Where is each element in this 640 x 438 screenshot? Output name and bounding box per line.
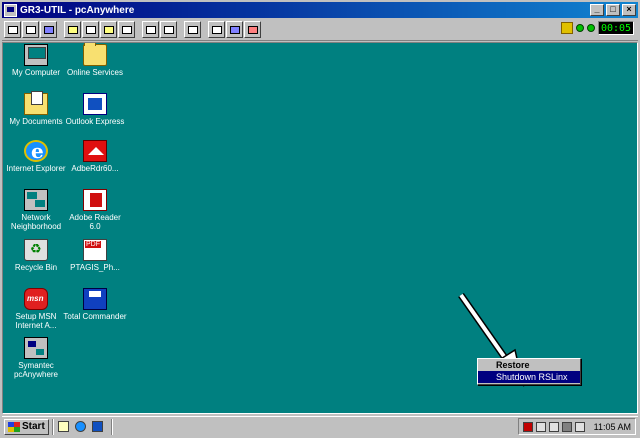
system-tray: 11:05 AM xyxy=(517,418,636,435)
pcanywhere-window: GR3-UTIL - pcAnywhere _ □ × 00:05 My Com… xyxy=(0,0,640,438)
start-label: Start xyxy=(22,421,45,432)
pcanywhere-app-icon[interactable] xyxy=(4,3,17,17)
document-icon xyxy=(25,25,36,34)
taskbar-clock[interactable]: 11:05 AM xyxy=(594,422,631,432)
document-icon xyxy=(7,25,18,34)
windows-logo-icon xyxy=(8,421,20,432)
refresh-icon xyxy=(187,25,198,34)
start-button[interactable]: Start xyxy=(4,418,49,435)
speaker-icon[interactable] xyxy=(574,421,585,432)
toolbar-button-6[interactable] xyxy=(100,21,117,38)
minimize-button[interactable]: _ xyxy=(590,4,604,16)
remote-control-toolbar: 00:05 xyxy=(2,19,638,41)
tray-icon[interactable] xyxy=(548,421,559,432)
session-timer: 00:05 xyxy=(598,21,634,35)
toolbar-button-9[interactable] xyxy=(160,21,177,38)
tray-context-menu: Restore Shutdown RSLinx xyxy=(477,358,581,385)
toolbar-button-4[interactable] xyxy=(64,21,81,38)
quicklaunch-internet-explorer[interactable] xyxy=(74,420,88,434)
quicklaunch-outlook[interactable] xyxy=(91,420,105,434)
taskbar: Start 11:05 AM xyxy=(2,416,638,436)
end-session-icon xyxy=(247,25,258,34)
toolbar-button-12[interactable] xyxy=(226,21,243,38)
toolbar-button-8[interactable] xyxy=(142,21,159,38)
status-led-icon xyxy=(576,24,584,32)
title-bar[interactable]: GR3-UTIL - pcAnywhere _ □ × xyxy=(2,2,638,18)
keyboard-icon xyxy=(145,25,156,34)
maximize-button[interactable]: □ xyxy=(606,4,620,16)
window-title: GR3-UTIL - pcAnywhere xyxy=(20,4,135,16)
clipboard-icon xyxy=(85,25,96,34)
screen-icon xyxy=(43,25,54,34)
network-icon xyxy=(229,25,240,34)
toolbar-button-7[interactable] xyxy=(118,21,135,38)
rslinx-tray-icon[interactable] xyxy=(522,421,533,432)
menu-item-restore[interactable]: Restore xyxy=(478,359,580,371)
toolbar-button-1[interactable] xyxy=(4,21,21,38)
chat-icon xyxy=(211,25,222,34)
toolbar-button-3[interactable] xyxy=(40,21,57,38)
toolbar-button-2[interactable] xyxy=(22,21,39,38)
internet-explorer-icon xyxy=(75,421,87,432)
status-led-icon xyxy=(587,24,595,32)
toolbar-button-11[interactable] xyxy=(208,21,225,38)
quicklaunch-show-desktop[interactable] xyxy=(57,420,71,434)
settings-icon xyxy=(121,25,132,34)
show-desktop-icon xyxy=(58,421,70,432)
folder-icon xyxy=(103,25,114,34)
close-button[interactable]: × xyxy=(622,4,636,16)
toolbar-button-5[interactable] xyxy=(82,21,99,38)
file-transfer-icon xyxy=(67,25,78,34)
toolbar-button-10[interactable] xyxy=(184,21,201,38)
outlook-express-icon xyxy=(92,421,104,432)
tray-icon[interactable] xyxy=(535,421,546,432)
window-icon xyxy=(163,25,174,34)
lock-icon xyxy=(561,22,573,34)
menu-item-shutdown-rslinx[interactable]: Shutdown RSLinx xyxy=(478,371,580,383)
network-tray-icon[interactable] xyxy=(561,421,572,432)
toolbar-button-13[interactable] xyxy=(244,21,261,38)
